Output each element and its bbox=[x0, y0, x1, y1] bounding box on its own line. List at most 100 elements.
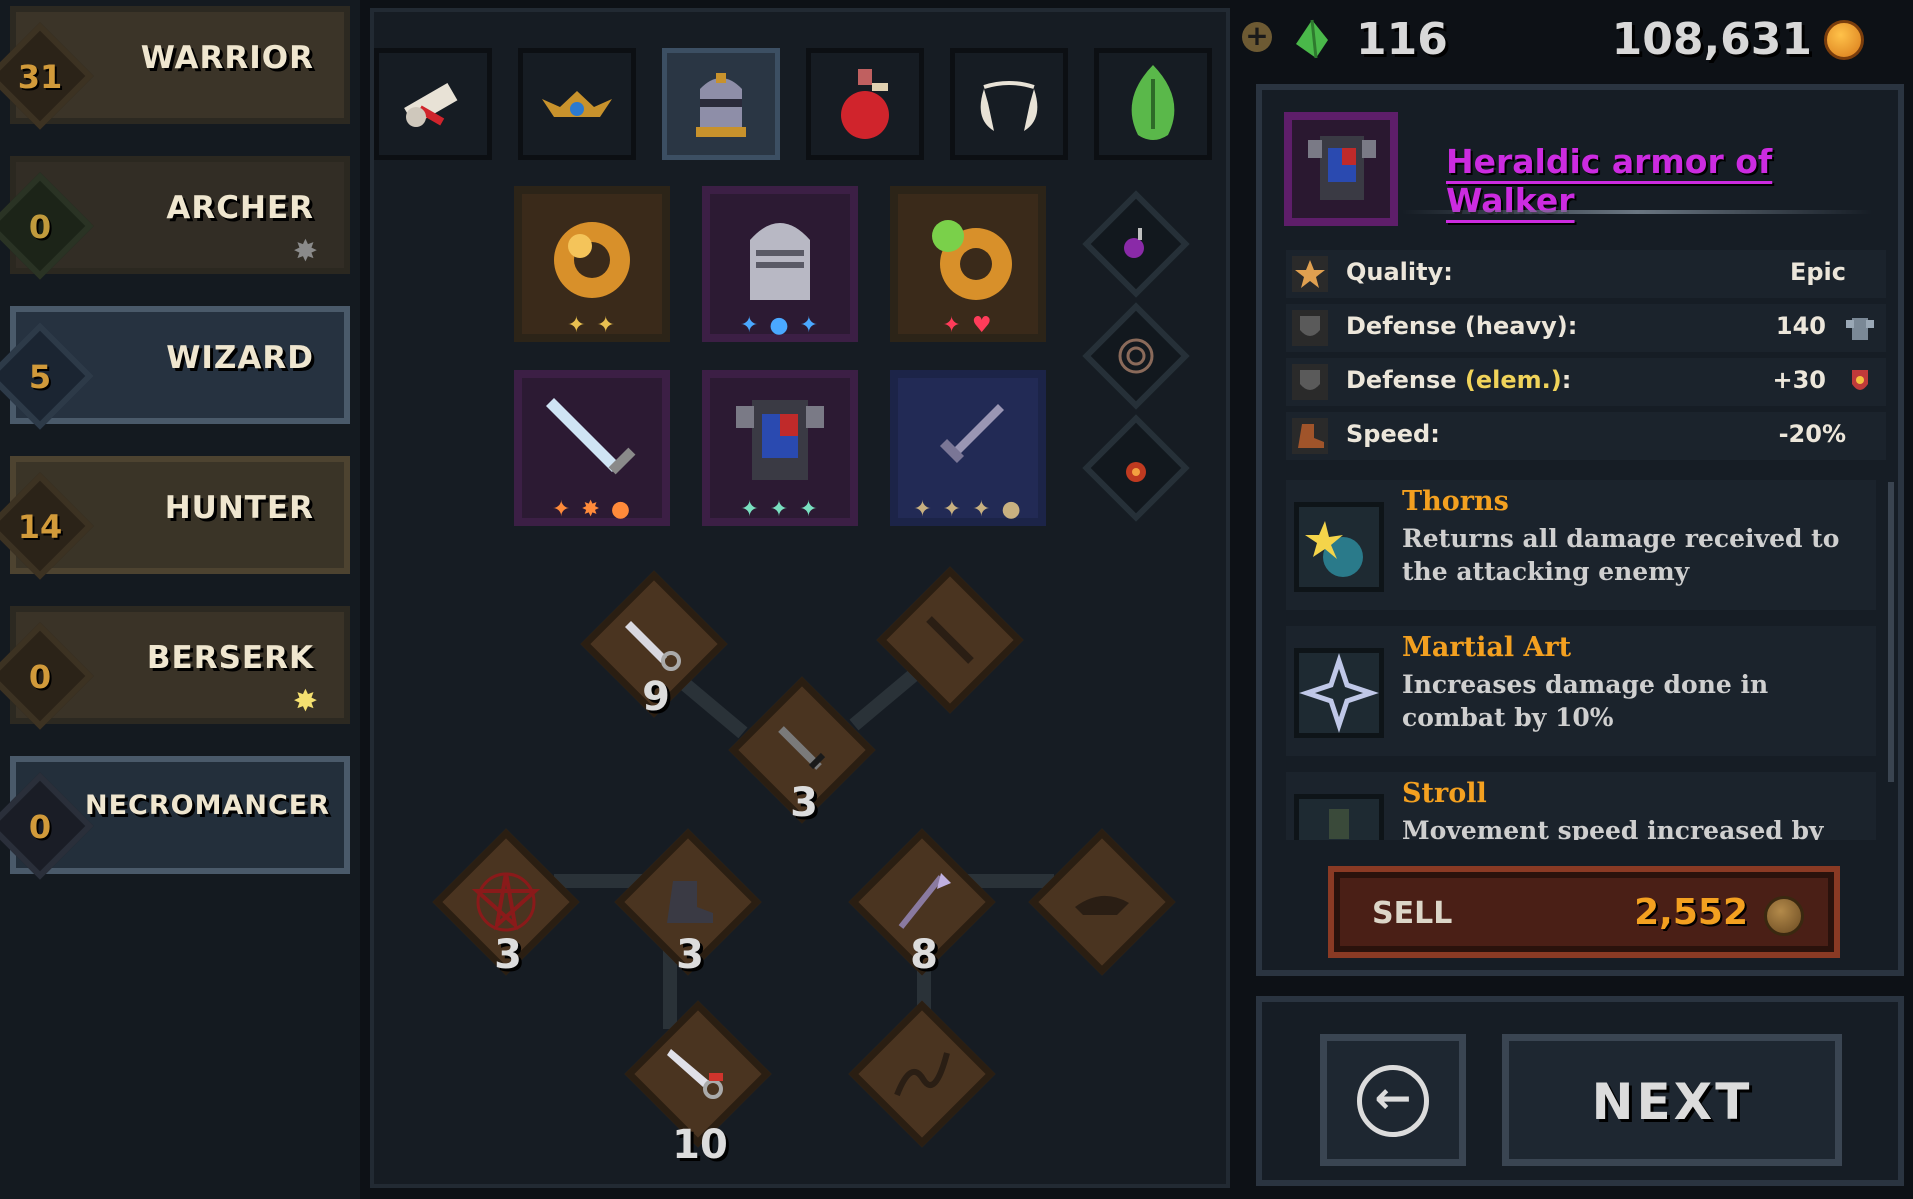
class-name: NECROMANCER bbox=[84, 790, 330, 821]
class-level: 5 bbox=[28, 358, 52, 396]
add-gems-button[interactable]: + bbox=[1242, 22, 1272, 52]
skill-node-locked[interactable] bbox=[1028, 828, 1176, 976]
equip-slot-offhand[interactable]: ✦ ✦ ✦ ● bbox=[890, 370, 1046, 526]
sell-button[interactable]: SELL 2,552 bbox=[1328, 866, 1840, 958]
claw-icon bbox=[926, 616, 974, 664]
skill-description: Increases damage done in combat by 10% bbox=[1402, 670, 1769, 732]
armor-icon bbox=[1308, 136, 1376, 200]
tab-scrolls[interactable] bbox=[374, 48, 492, 160]
back-arrow-icon: ← bbox=[1357, 1065, 1429, 1137]
class-card-warrior[interactable]: 31 WARRIOR bbox=[0, 6, 350, 130]
class-level: 14 bbox=[17, 508, 63, 546]
node-count: 3 bbox=[790, 780, 818, 826]
elemental-icon bbox=[1852, 370, 1868, 390]
shuriken-icon bbox=[1299, 653, 1379, 733]
socket-icons: ✦ ♥ bbox=[942, 313, 994, 338]
nav-panel: ← NEXT bbox=[1256, 996, 1904, 1186]
skill-name: Martial Art bbox=[1402, 632, 1572, 663]
stat-quality: Quality: Epic bbox=[1286, 250, 1886, 298]
crown-icon bbox=[542, 91, 612, 117]
tab-gems[interactable] bbox=[1094, 48, 1212, 160]
gem-icon bbox=[1296, 19, 1328, 59]
boot-icon bbox=[1292, 418, 1328, 454]
tab-potions[interactable] bbox=[806, 48, 924, 160]
node-count: 3 bbox=[494, 932, 522, 978]
potion-icon bbox=[1124, 228, 1144, 258]
walking-icon bbox=[1329, 809, 1349, 839]
equip-slot-ring-1[interactable]: ✦ ✦ bbox=[514, 186, 670, 342]
stat-defense-elemental: Defense (elem.): +30 bbox=[1286, 358, 1886, 406]
class-name: HUNTER bbox=[164, 490, 314, 526]
dagger-icon bbox=[625, 621, 681, 671]
class-card-wizard[interactable]: 5 WIZARD bbox=[0, 306, 350, 430]
tab-crowns[interactable] bbox=[518, 48, 636, 160]
skill-icon bbox=[1294, 502, 1384, 592]
class-level: 0 bbox=[28, 658, 52, 696]
socket-icons: ✦ ✦ bbox=[567, 313, 617, 338]
star-icon: ✸ bbox=[292, 684, 318, 719]
serpent-icon bbox=[894, 1052, 950, 1097]
tab-helmets[interactable] bbox=[662, 48, 780, 160]
dagger-icon bbox=[939, 404, 1004, 464]
skill-name: Stroll bbox=[1402, 778, 1487, 809]
armor-icon bbox=[736, 400, 824, 480]
shield-icon bbox=[1292, 364, 1328, 400]
stat-speed: Speed: -20% bbox=[1286, 412, 1886, 460]
sword-icon bbox=[546, 398, 636, 475]
star-icon: ✸ bbox=[292, 234, 318, 269]
stat-value: Epic bbox=[1789, 258, 1846, 286]
skill-node-locked[interactable] bbox=[848, 1000, 996, 1148]
trinket-slot-3[interactable] bbox=[1082, 414, 1190, 522]
equip-slot-weapon[interactable]: ✦ ✸ ● bbox=[514, 370, 670, 526]
gold-count: 108,631 bbox=[1611, 14, 1812, 65]
stat-label: Speed: bbox=[1346, 420, 1440, 448]
shield-icon bbox=[1292, 310, 1328, 346]
equip-slot-helmet[interactable]: ✦ ● ✦ bbox=[702, 186, 858, 342]
trinket-slot-1[interactable] bbox=[1082, 190, 1190, 298]
skill-description: Returns all damage received to the attac… bbox=[1402, 524, 1840, 586]
pentagram-icon bbox=[471, 872, 541, 932]
web-icon bbox=[1118, 338, 1154, 374]
equip-slot-armor[interactable]: ✦ ✦ ✦ bbox=[702, 370, 858, 526]
leaf-gem-icon bbox=[1131, 65, 1175, 140]
stat-label: Quality: bbox=[1346, 258, 1453, 286]
fangs-icon bbox=[980, 81, 1038, 131]
socket-icons: ✦ ✦ ✦ bbox=[740, 497, 820, 522]
item-icon bbox=[1284, 112, 1398, 226]
back-button[interactable]: ← bbox=[1320, 1034, 1466, 1166]
boots-icon bbox=[667, 881, 713, 923]
tab-trophies[interactable] bbox=[950, 48, 1068, 160]
node-count: 3 bbox=[676, 932, 704, 978]
skills-scrollbar[interactable] bbox=[1888, 482, 1894, 782]
next-button[interactable]: NEXT bbox=[1502, 1034, 1842, 1166]
class-card-hunter[interactable]: 14 HUNTER bbox=[0, 456, 350, 580]
thorns-icon bbox=[1305, 521, 1363, 577]
node-count: 8 bbox=[910, 932, 938, 978]
trinket-slot-2[interactable] bbox=[1082, 302, 1190, 410]
ring-icon bbox=[554, 222, 630, 298]
class-level: 0 bbox=[28, 808, 52, 846]
class-card-archer[interactable]: 0 ARCHER ✸ bbox=[0, 156, 350, 280]
item-title: Heraldic armor of Walker bbox=[1446, 142, 1773, 220]
wolf-icon bbox=[1075, 895, 1129, 915]
ring-icon bbox=[932, 220, 1012, 300]
amulet-icon bbox=[1126, 462, 1146, 482]
class-level: 0 bbox=[28, 208, 52, 246]
class-card-necromancer[interactable]: 0 NECROMANCER bbox=[0, 756, 350, 880]
class-card-berserk[interactable]: 0 BERSERK ✸ bbox=[0, 606, 350, 730]
skill-description: Movement speed increased by 15% bbox=[1402, 816, 1824, 840]
knife-icon bbox=[778, 726, 826, 770]
skill-icon bbox=[1294, 794, 1384, 840]
sell-amount: 2,552 bbox=[1634, 892, 1748, 933]
equip-slot-ring-2[interactable]: ✦ ♥ bbox=[890, 186, 1046, 342]
socket-icons: ✦ ✸ ● bbox=[551, 497, 633, 522]
helmet-icon bbox=[696, 73, 746, 137]
class-name: BERSERK bbox=[146, 640, 314, 676]
node-count: 9 bbox=[642, 674, 670, 720]
item-skills-list[interactable]: Thorns Returns all damage received to th… bbox=[1286, 480, 1886, 840]
class-name: ARCHER bbox=[166, 190, 314, 226]
class-level: 31 bbox=[17, 58, 63, 96]
divider bbox=[1402, 210, 1872, 214]
stat-label: Defense (elem.): bbox=[1346, 366, 1572, 394]
helmet-icon bbox=[750, 223, 810, 300]
